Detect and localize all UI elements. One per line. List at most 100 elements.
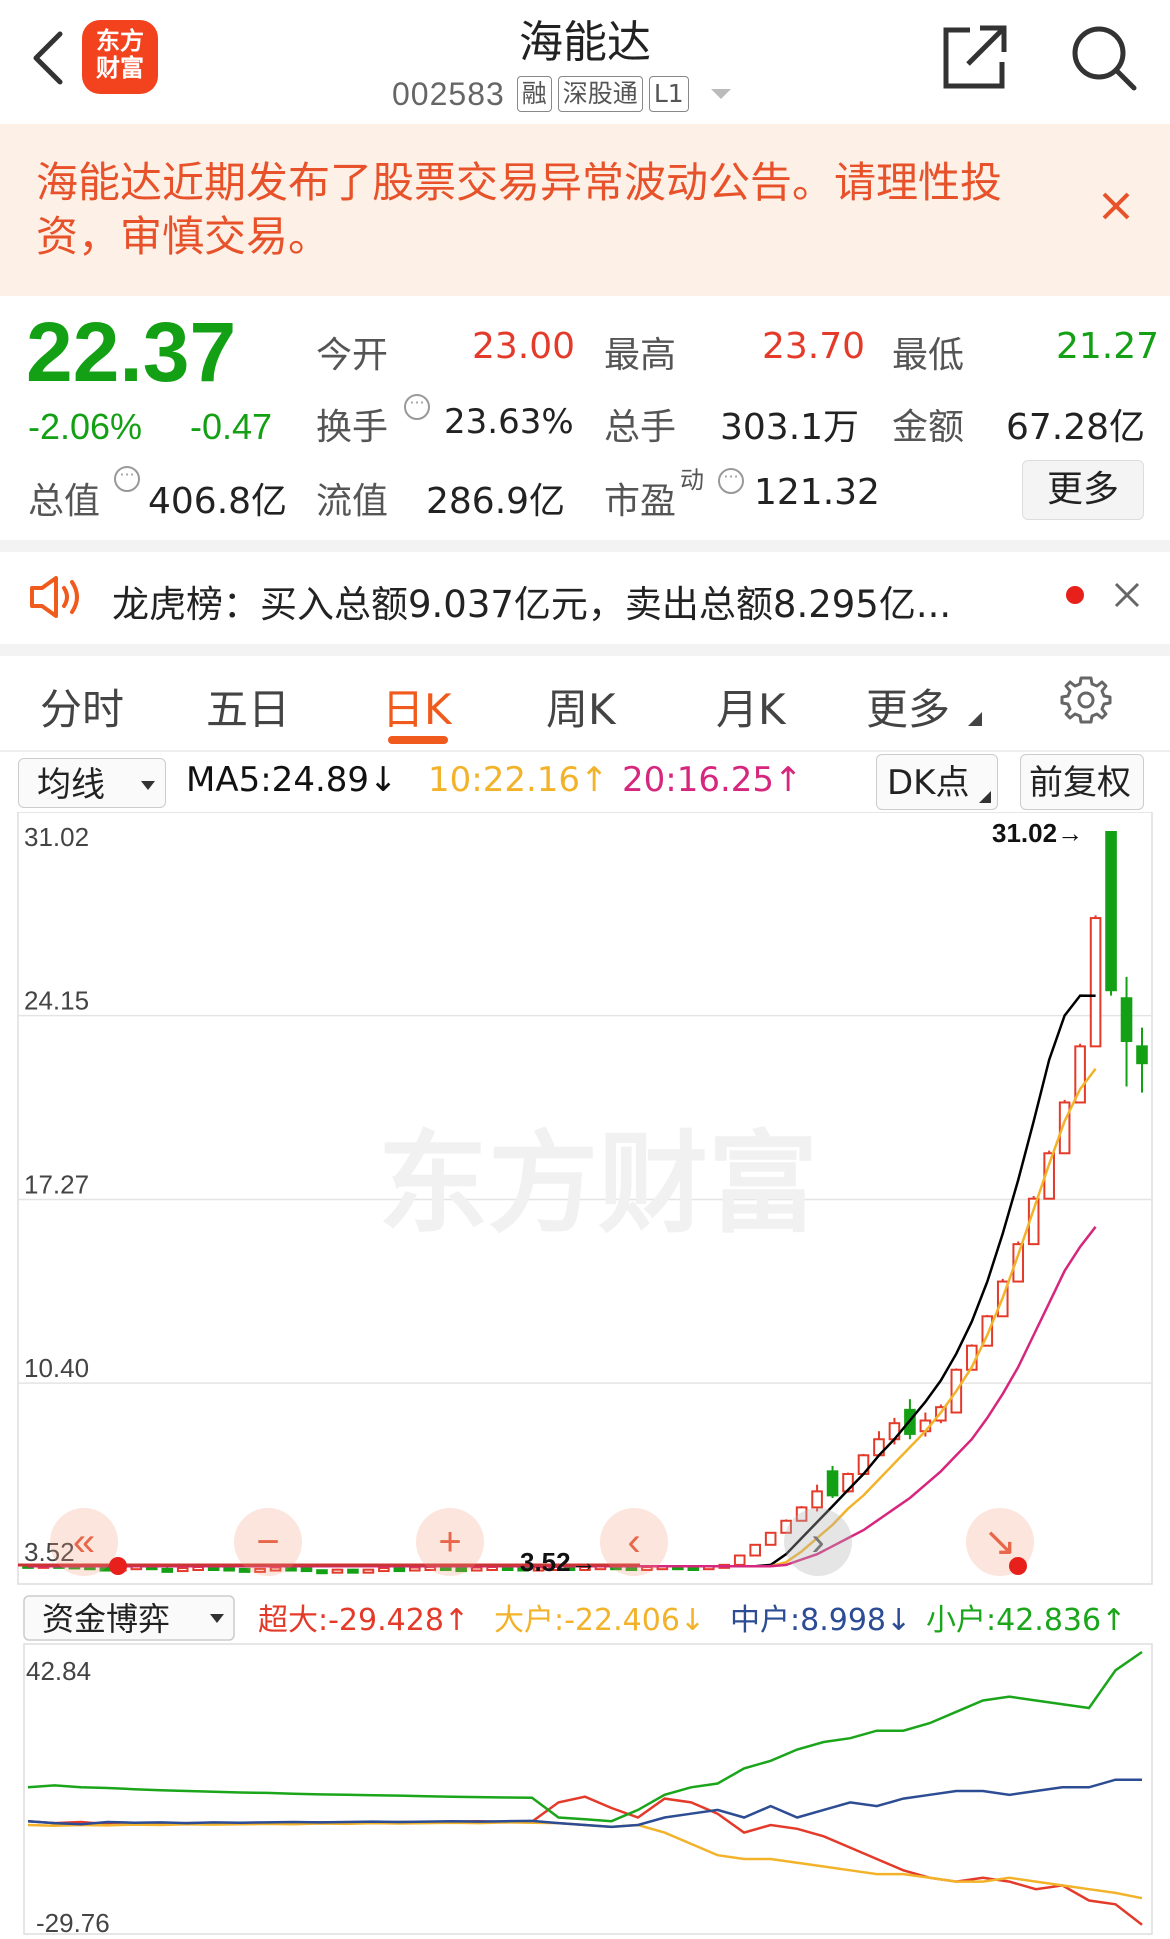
y-axis-label: 10.40 [24,1353,89,1383]
zoom-left-fast-button[interactable]: « [50,1508,118,1576]
tabs-divider [0,750,1170,752]
current-price: 22.37 [26,305,237,399]
candle-body [1120,997,1133,1043]
change-amount: -0.47 [190,406,273,447]
zoom-out-button[interactable]: − [234,1508,302,1576]
candle-body [1105,831,1117,992]
candle-body [749,1543,761,1557]
unread-dot [1066,586,1084,604]
kline-chart[interactable]: 31.0224.1517.2710.403.52东方财富31.02→3.52→«… [0,812,1170,1939]
dragon-tiger-ticker[interactable]: 龙虎榜：买入总额9.037亿元，卖出总额8.295亿... [0,552,1170,642]
chevron-down-icon[interactable] [710,89,731,99]
more-quote-button[interactable]: 更多 [1022,460,1144,520]
stock-subtitle[interactable]: 002583 融 深股通 L1 [392,72,731,116]
candle-body [331,1568,344,1574]
zoom-button-glyph: › [811,1520,824,1564]
tab-weekly-k[interactable]: 周K [546,676,616,737]
zoom-button-glyph: ↘ [983,1520,1017,1564]
zoom-in-button[interactable]: + [416,1508,484,1576]
max-price-marker: 31.02→ [992,818,1083,848]
turnover-value: 23.63% [444,402,574,442]
pe-value: 121.32 [754,472,880,513]
market-cap-label: 总值 [28,481,101,522]
turnover-label: 换手 [316,407,389,448]
risk-notice-banner: 海能达近期发布了股票交易异常波动公告。请理性投资，审慎交易。 [0,124,1170,296]
candle-body [223,1566,235,1572]
zoom-button-glyph: + [438,1520,461,1564]
more-dots-icon[interactable]: ··· [404,394,430,420]
fund-select-value: 资金博弈 [42,1600,170,1638]
small-readout: 小户:42.836↑ [926,1603,1126,1638]
candle-body [826,1470,839,1497]
pe-superscript: 动 [680,466,704,494]
level-tag: L1 [648,76,689,112]
period-tabs: 分时 五日 日K 周K 月K 更多 [0,656,1170,746]
tab-intraday[interactable]: 分时 [40,676,124,737]
settings-gear-icon[interactable] [1060,674,1112,726]
candle-body [764,1531,777,1546]
price-adjust-button[interactable]: 前复权 [1020,754,1144,810]
marker-dot [109,1557,127,1575]
candle-body [1089,917,1102,1048]
open-label: 今开 [316,335,389,376]
ma5-line [28,994,1096,1568]
candle-body [470,1566,483,1572]
scroll-right-button[interactable]: › [784,1508,852,1576]
section-divider [0,540,1170,552]
indicator-select-value: 均线 [37,765,105,805]
candle-body [1136,1045,1148,1065]
amount-value: 67.28亿 [1006,407,1146,448]
low-label: 最低 [892,335,965,376]
large-line [27,1821,1143,1900]
corner-triangle-icon [968,712,982,726]
more-dots-icon[interactable]: ··· [114,466,140,492]
candle-body [362,1568,375,1574]
dropdown-arrow-icon [141,781,155,790]
ma20-line [28,1226,1097,1568]
y-axis-label: 31.02 [24,822,89,852]
candle-body [409,1566,421,1572]
fund-y-bottom-label: -29.76 [36,1908,110,1938]
ticker-text: 龙虎榜：买入总额9.037亿元，卖出总额8.295亿... [112,583,952,626]
candle-body [811,1490,823,1509]
risk-notice-text: 海能达近期发布了股票交易异常波动公告。请理性投资，审慎交易。 [36,158,1003,261]
candle-body [393,1567,406,1573]
watermark: 东方财富 [378,1120,818,1248]
scroll-left-button[interactable]: ‹ [600,1508,668,1576]
candle-body [300,1567,313,1573]
tab-five-day[interactable]: 五日 [206,676,290,737]
y-axis-label: 24.15 [24,986,89,1016]
market-cap-value: 406.8亿 [148,481,288,522]
ma20-readout: 20:16.25↑ [622,760,803,800]
float-cap-value: 286.9亿 [426,481,566,522]
share-icon[interactable] [940,22,1010,92]
search-icon[interactable] [1068,22,1138,92]
fund-frame [23,1643,1153,1935]
open-value: 23.00 [472,326,576,367]
candle-body [378,1567,390,1573]
connect-tag: 深股通 [557,76,643,112]
tab-daily-k[interactable]: 日K [382,676,452,737]
speaker-icon [30,576,79,618]
dk-point-button[interactable]: DK点 [876,754,998,810]
ma10-readout: 10:22.16↑ [428,760,609,800]
zoom-button-glyph: ‹ [627,1520,640,1564]
tab-more[interactable]: 更多 [866,676,950,737]
zoom-button-glyph: « [73,1520,95,1564]
margin-tag: 融 [516,76,552,112]
app-header: 东方 财富 海能达 002583 融 深股通 L1 [0,0,1170,124]
dk-point-label: DK点 [887,763,970,803]
candle-body [176,1567,189,1573]
tab-monthly-k[interactable]: 月K [716,676,786,737]
amount-label: 金额 [892,407,965,448]
super-large-line [27,1795,1143,1926]
volume-value: 303.1万 [720,407,860,448]
stock-code: 002583 [392,75,505,112]
more-dots-icon[interactable]: ··· [718,468,744,494]
super-large-readout: 超大:-29.428↑ [258,1603,469,1638]
zoom-button-glyph: − [256,1520,279,1564]
indicator-select[interactable]: 均线 [18,758,166,808]
close-icon[interactable] [1098,188,1134,224]
close-icon[interactable] [1112,580,1142,610]
high-value: 23.70 [762,326,866,367]
